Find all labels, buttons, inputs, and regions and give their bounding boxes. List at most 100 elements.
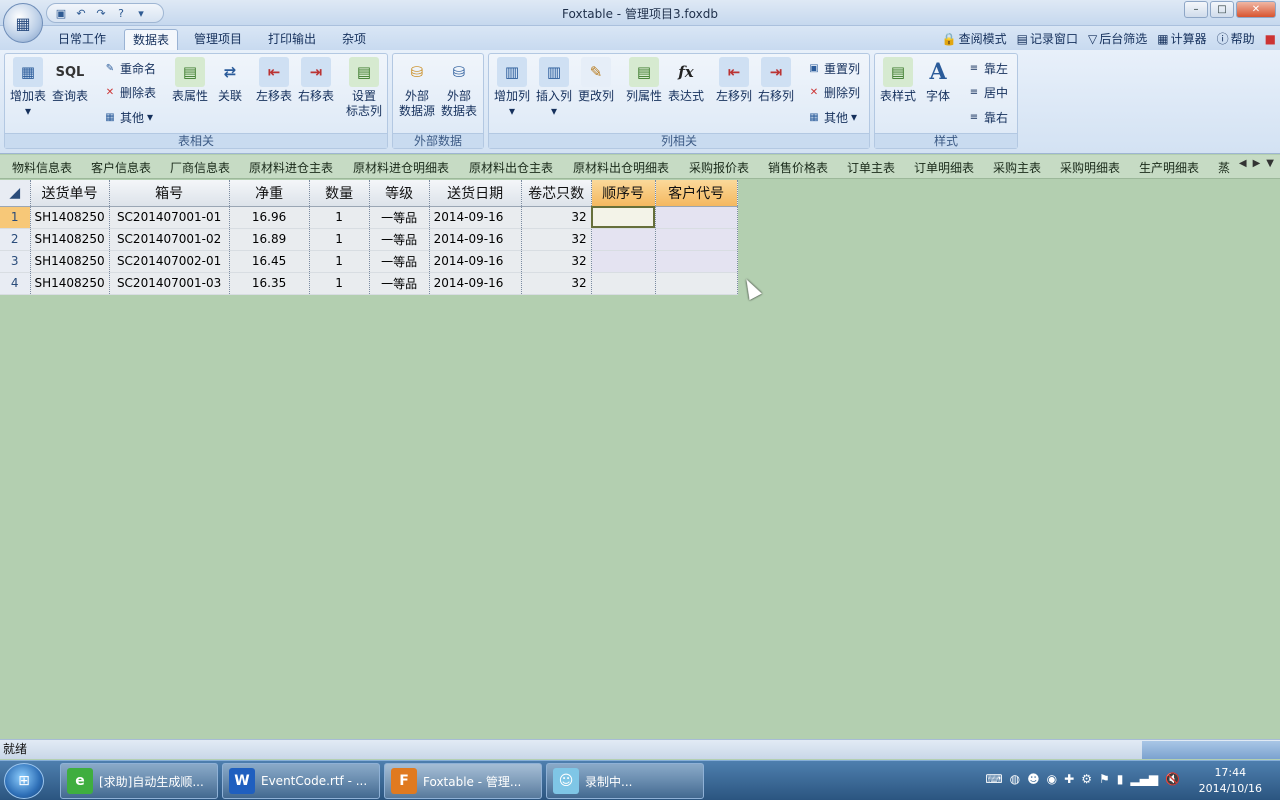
signal-icon[interactable]: ▂▄▆ — [1130, 772, 1158, 786]
column-header[interactable]: 客户代号 — [655, 180, 738, 207]
maximize-button[interactable]: □ — [1210, 1, 1234, 18]
sheet-tab[interactable]: 生产明细表 — [1139, 159, 1199, 176]
taskbar-item[interactable]: e [求助]自动生成顺... — [60, 763, 218, 799]
add-table-button[interactable]: ▦ 增加表 ▾ — [7, 57, 49, 119]
sheet-tab[interactable]: 原材料出仓主表 — [469, 159, 553, 176]
tab-misc[interactable]: 杂项 — [334, 29, 374, 50]
align-center-button[interactable]: ≡ 居中 — [967, 82, 1008, 102]
tab-print-output[interactable]: 打印输出 — [260, 29, 324, 50]
expression-button[interactable]: fx 表达式 — [665, 57, 707, 104]
column-header[interactable]: 净重 — [229, 180, 310, 207]
close-button[interactable]: ✕ — [1236, 1, 1276, 18]
table-cell[interactable]: 一等品 — [369, 228, 430, 251]
column-header[interactable]: 数量 — [309, 180, 370, 207]
align-right-button[interactable]: ≡ 靠右 — [967, 107, 1008, 127]
move-table-left-button[interactable]: ⇤ 左移表 — [253, 57, 295, 104]
table-cell[interactable]: 1 — [309, 206, 370, 229]
table-cell[interactable]: 1 — [309, 250, 370, 273]
usb-icon[interactable]: ⚙ — [1081, 772, 1092, 786]
table-cell[interactable]: 一等品 — [369, 250, 430, 273]
table-cell[interactable]: SH1408250 — [30, 228, 110, 251]
table-cell[interactable]: 32 — [521, 250, 592, 273]
font-button[interactable]: A 字体 — [917, 57, 959, 104]
delete-column-button[interactable]: ✕ 删除列 — [807, 82, 860, 102]
external-table-button[interactable]: ⛁ 外部 数据表 — [438, 57, 480, 119]
help-link[interactable]: ⓘ 帮助 — [1217, 30, 1255, 47]
sheet-tab[interactable]: 原材料出仓明细表 — [573, 159, 669, 176]
volume-icon[interactable]: 🔇 — [1165, 772, 1180, 786]
table-cell[interactable] — [591, 206, 656, 229]
sheet-tab[interactable]: 采购明细表 — [1060, 159, 1120, 176]
table-cell[interactable]: 32 — [521, 206, 592, 229]
table-cell[interactable] — [591, 250, 656, 273]
column-header[interactable]: 箱号 — [109, 180, 230, 207]
rename-button[interactable]: ✎ 重命名 — [103, 58, 156, 78]
move-column-right-button[interactable]: ⇥ 右移列 — [755, 57, 797, 104]
relation-button[interactable]: ⇄ 关联 — [209, 57, 251, 104]
row-header[interactable]: 1 — [0, 206, 31, 229]
calculator-link[interactable]: ▦ 计算器 — [1157, 30, 1206, 47]
table-style-button[interactable]: ▤ 表样式 — [877, 57, 919, 104]
table-cell[interactable]: SH1408250 — [30, 272, 110, 295]
row-header[interactable]: 3 — [0, 250, 31, 273]
move-column-left-button[interactable]: ⇤ 左移列 — [713, 57, 755, 104]
corner-cell[interactable]: ◢ — [0, 180, 31, 207]
sheet-tab[interactable]: 采购报价表 — [689, 159, 749, 176]
column-header[interactable]: 等级 — [369, 180, 430, 207]
column-header[interactable]: 顺序号 — [591, 180, 656, 207]
qq-icon[interactable]: ☻ — [1027, 772, 1040, 786]
sheet-tab[interactable]: 销售价格表 — [768, 159, 828, 176]
sheet-tab[interactable]: 原材料进仓明细表 — [353, 159, 449, 176]
table-cell[interactable] — [655, 250, 738, 273]
add-column-button[interactable]: ▥ 增加列 ▾ — [491, 57, 533, 119]
table-cell[interactable] — [655, 228, 738, 251]
scroll-left-icon[interactable]: ◀ — [1239, 158, 1247, 169]
column-props-button[interactable]: ▤ 列属性 — [623, 57, 665, 104]
sheet-tab[interactable]: 订单明细表 — [914, 159, 974, 176]
table-cell[interactable] — [655, 206, 738, 229]
table-cell[interactable]: 32 — [521, 228, 592, 251]
sheet-tab[interactable]: 蒸 — [1218, 159, 1230, 176]
table-cell[interactable] — [591, 272, 656, 295]
table-cell[interactable]: 2014-09-16 — [429, 206, 522, 229]
table-cell[interactable]: SH1408250 — [30, 250, 110, 273]
table-cell[interactable] — [591, 228, 656, 251]
column-header[interactable]: 送货日期 — [429, 180, 522, 207]
table-cell[interactable]: 2014-09-16 — [429, 272, 522, 295]
app-menu-button[interactable]: ▦ — [3, 3, 43, 43]
tab-list-icon[interactable]: ▼ — [1266, 158, 1274, 169]
tab-data-table[interactable]: 数据表 — [124, 29, 179, 50]
table-cell[interactable]: 16.96 — [229, 206, 310, 229]
column-header[interactable]: 卷芯只数 — [521, 180, 592, 207]
table-cell[interactable]: SH1408250 — [30, 206, 110, 229]
column-other-button[interactable]: ▦ 其他 ▾ — [807, 107, 857, 127]
set-flag-column-button[interactable]: ▤ 设置 标志列 — [343, 57, 385, 119]
flag-icon[interactable]: ⚑ — [1099, 772, 1110, 786]
table-cell[interactable]: 16.89 — [229, 228, 310, 251]
wifi-icon[interactable]: ◉ — [1047, 772, 1057, 786]
table-cell[interactable] — [655, 272, 738, 295]
sheet-tab[interactable]: 订单主表 — [847, 159, 895, 176]
palette-icon[interactable]: ■ — [1265, 30, 1276, 47]
column-header[interactable]: 送货单号 — [30, 180, 110, 207]
keyboard-icon[interactable]: ⌨ — [985, 772, 1002, 786]
change-column-button[interactable]: ✎ 更改列 — [575, 57, 617, 104]
sheet-tab[interactable]: 物料信息表 — [12, 159, 72, 176]
table-cell[interactable]: 1 — [309, 272, 370, 295]
table-cell[interactable]: SC201407002-01 — [109, 250, 230, 273]
sheet-tab[interactable]: 厂商信息表 — [170, 159, 230, 176]
table-cell[interactable]: 2014-09-16 — [429, 250, 522, 273]
taskbar-item[interactable]: W EventCode.rtf - ... — [222, 763, 380, 799]
scroll-right-icon[interactable]: ▶ — [1253, 158, 1261, 169]
query-table-button[interactable]: SQL 查询表 — [49, 57, 91, 104]
table-cell[interactable]: 一等品 — [369, 272, 430, 295]
power-icon[interactable]: ▮ — [1117, 772, 1124, 786]
table-cell[interactable]: 32 — [521, 272, 592, 295]
start-button[interactable]: ⊞ — [4, 763, 44, 799]
table-cell[interactable]: SC201407001-02 — [109, 228, 230, 251]
table-cell[interactable]: 16.35 — [229, 272, 310, 295]
table-cell[interactable]: 16.45 — [229, 250, 310, 273]
tab-manage-project[interactable]: 管理项目 — [186, 29, 250, 50]
sheet-tab[interactable]: 采购主表 — [993, 159, 1041, 176]
table-cell[interactable]: 2014-09-16 — [429, 228, 522, 251]
